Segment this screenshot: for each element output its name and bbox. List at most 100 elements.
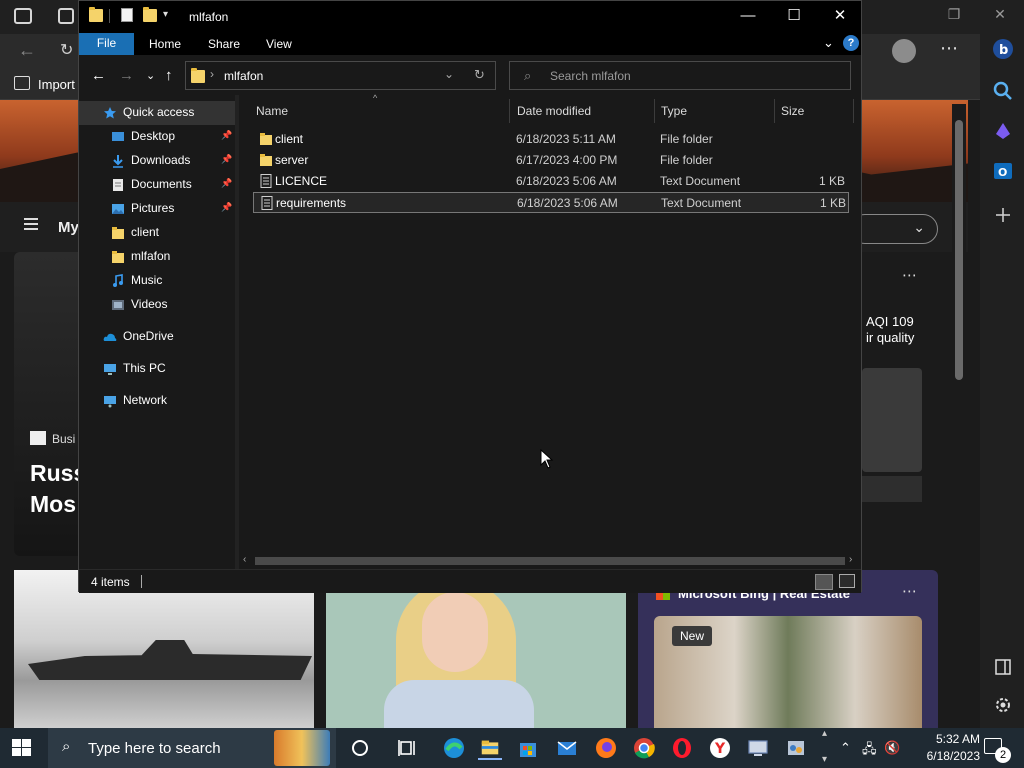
address-bar[interactable]: › mlfafon ⌄ ↻: [185, 61, 496, 90]
sidebar-item-desktop[interactable]: Desktop 📌: [79, 125, 235, 149]
more-options-icon[interactable]: ⋯: [940, 38, 958, 59]
menu-hamburger-icon[interactable]: [24, 218, 38, 230]
column-header-size[interactable]: Size: [781, 104, 804, 118]
task-view-icon[interactable]: [396, 736, 420, 760]
workspaces-icon[interactable]: [58, 8, 74, 24]
sidebar-item-music[interactable]: Music: [79, 269, 235, 293]
taskbar-search-box[interactable]: ⌕ Type here to search: [48, 728, 336, 768]
pin-icon[interactable]: 📌: [221, 202, 232, 213]
start-button[interactable]: [12, 739, 32, 757]
minimize-icon[interactable]: —: [725, 5, 771, 29]
table-row[interactable]: requirements 6/18/2023 5:06 AM Text Docume…: [253, 192, 849, 213]
column-header-date[interactable]: Date modified: [517, 104, 591, 118]
sidebar-item-mlfafon[interactable]: mlfafon: [79, 245, 235, 269]
search-icon[interactable]: [992, 80, 1014, 102]
address-dropdown-icon[interactable]: ⌄: [444, 67, 454, 81]
remote-desktop-icon[interactable]: [746, 736, 770, 760]
import-icon[interactable]: [14, 76, 30, 90]
settings-gear-icon[interactable]: [992, 694, 1014, 716]
sidebar-item-this-pc[interactable]: This PC: [79, 357, 235, 381]
column-divider[interactable]: [774, 99, 775, 123]
tab-home[interactable]: Home: [149, 37, 181, 51]
tab-actions-icon[interactable]: [14, 8, 32, 24]
outlook-icon[interactable]: O: [992, 160, 1014, 182]
add-icon[interactable]: [992, 204, 1014, 226]
scroll-down-icon[interactable]: ▾: [822, 754, 827, 765]
tab-share[interactable]: Share: [208, 37, 240, 51]
details-view-icon[interactable]: [815, 574, 833, 590]
taskbar-clock[interactable]: 5:32 AM 6/18/2023: [900, 731, 980, 765]
table-row[interactable]: LICENCE 6/18/2023 5:06 AM Text Document 1 K…: [253, 171, 849, 192]
card-more-icon[interactable]: ⋯: [902, 582, 917, 600]
sidebar-item-pictures[interactable]: Pictures 📌: [79, 197, 235, 221]
tab-view[interactable]: View: [266, 37, 292, 51]
scroll-left-icon[interactable]: ‹: [243, 554, 246, 565]
pin-icon[interactable]: 📌: [221, 178, 232, 189]
taskbar-search-input[interactable]: Type here to search: [88, 740, 221, 757]
breadcrumb-separator-icon[interactable]: ›: [210, 67, 214, 81]
real-estate-card[interactable]: Microsoft Bing | Real Estate ⋯ New: [638, 570, 938, 728]
scrollbar-thumb[interactable]: [955, 120, 963, 380]
pin-icon[interactable]: 📌: [221, 154, 232, 165]
breadcrumb-mlfafon[interactable]: mlfafon: [224, 69, 263, 83]
refresh-icon[interactable]: ↻: [474, 67, 485, 83]
restore-icon[interactable]: ❐: [944, 6, 964, 23]
profile-avatar[interactable]: [892, 39, 916, 63]
recent-locations-icon[interactable]: ⌄: [146, 69, 155, 82]
new-folder-icon[interactable]: [143, 7, 157, 22]
firefox-icon[interactable]: [594, 736, 618, 760]
sidebar-item-onedrive[interactable]: OneDrive: [79, 325, 235, 349]
properties-icon[interactable]: [121, 8, 133, 22]
tab-file[interactable]: File: [79, 33, 134, 55]
scroll-right-icon[interactable]: ›: [849, 554, 852, 565]
forward-arrow-icon[interactable]: →: [119, 67, 134, 84]
back-arrow-icon[interactable]: ←: [91, 67, 106, 84]
edge-icon[interactable]: [442, 736, 466, 760]
scroll-up-icon[interactable]: ▴: [822, 728, 827, 739]
scrollbar-thumb[interactable]: [255, 557, 845, 565]
yandex-icon[interactable]: Y: [708, 736, 732, 760]
import-favorites-link[interactable]: Import: [38, 77, 75, 92]
news-card-woman-image[interactable]: [326, 570, 626, 728]
cortana-icon[interactable]: [348, 736, 372, 760]
column-divider[interactable]: [509, 99, 510, 123]
large-icons-view-icon[interactable]: [839, 574, 855, 588]
copilot-icon[interactable]: [992, 120, 1014, 142]
close-icon[interactable]: ✕: [990, 6, 1010, 23]
sidebar-item-documents[interactable]: Documents 📌: [79, 173, 235, 197]
navigation-pane-scrollbar[interactable]: [235, 95, 239, 569]
mail-icon[interactable]: [555, 736, 579, 760]
pin-icon[interactable]: 📌: [221, 130, 232, 141]
up-arrow-icon[interactable]: ↑: [165, 67, 173, 84]
column-divider[interactable]: [853, 99, 854, 123]
sidebar-item-quick-access[interactable]: Quick access: [79, 101, 235, 125]
microsoft-store-icon[interactable]: [516, 736, 540, 760]
column-divider[interactable]: [654, 99, 655, 123]
table-row[interactable]: server 6/17/2023 4:00 PM File folder: [253, 150, 849, 171]
back-icon[interactable]: ←: [18, 40, 36, 61]
sidebar-toggle-icon[interactable]: [992, 656, 1014, 678]
customize-toolbar-icon[interactable]: ▾: [163, 9, 168, 20]
sidebar-item-videos[interactable]: Videos: [79, 293, 235, 317]
column-header-type[interactable]: Type: [661, 104, 687, 118]
volume-muted-icon[interactable]: 🔇: [884, 740, 900, 756]
refresh-icon[interactable]: ↻: [60, 40, 73, 60]
sidebar-item-client[interactable]: client: [79, 221, 235, 245]
column-header-name[interactable]: Name: [256, 104, 288, 118]
opera-icon[interactable]: [670, 736, 694, 760]
network-icon[interactable]: 🖧: [862, 740, 877, 762]
chrome-icon[interactable]: [632, 736, 656, 760]
bing-icon[interactable]: b: [992, 38, 1014, 60]
page-scrollbar[interactable]: [952, 104, 966, 724]
expand-ribbon-icon[interactable]: ⌄: [823, 35, 834, 51]
news-card-ship-image[interactable]: [14, 570, 314, 728]
taskbar-overflow-scroller[interactable]: ▴ ▾: [822, 728, 834, 768]
sidebar-item-network[interactable]: Network: [79, 389, 235, 413]
control-panel-icon[interactable]: [784, 736, 808, 760]
help-icon[interactable]: ?: [843, 35, 859, 51]
maximize-icon[interactable]: ☐: [771, 5, 817, 29]
show-hidden-icons-icon[interactable]: ⌃: [840, 740, 851, 756]
horizontal-scrollbar[interactable]: ‹ ›: [241, 553, 861, 569]
file-explorer-icon[interactable]: [478, 736, 502, 760]
notification-center-icon[interactable]: 2: [984, 738, 1011, 763]
